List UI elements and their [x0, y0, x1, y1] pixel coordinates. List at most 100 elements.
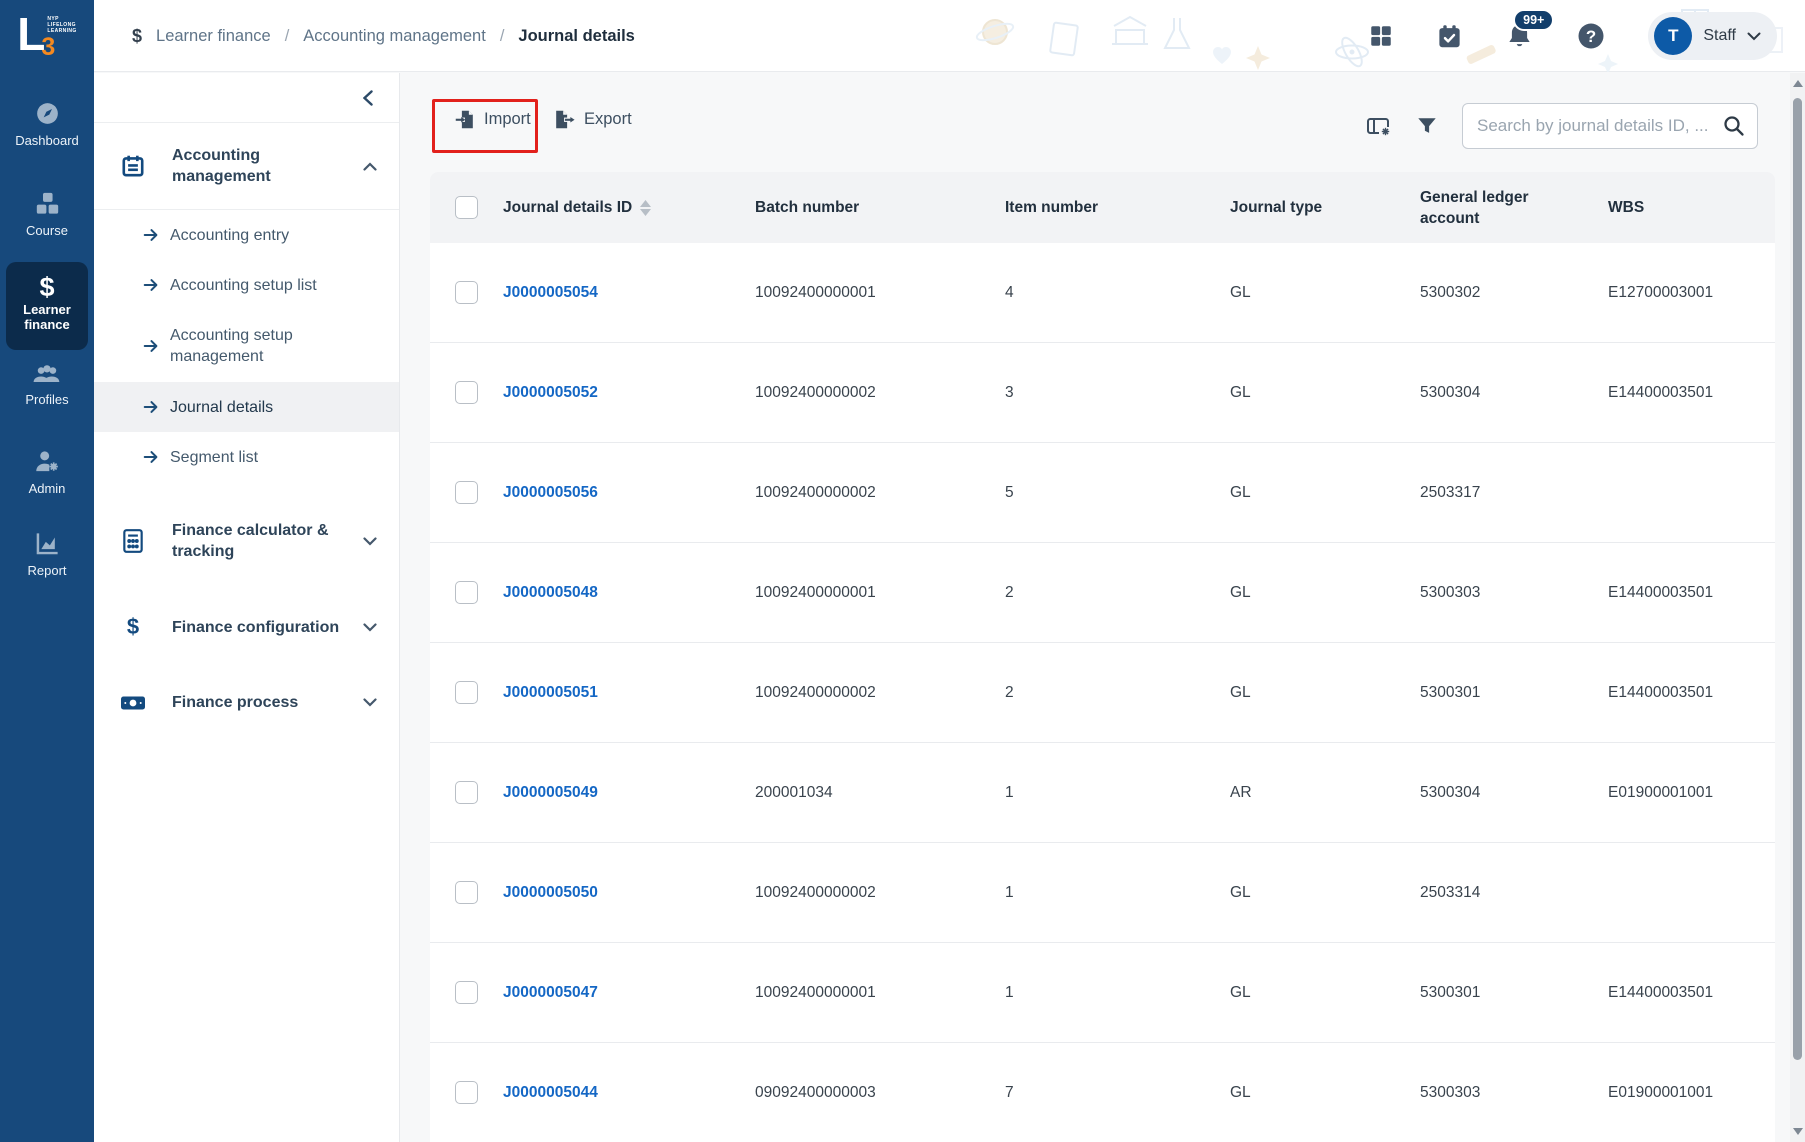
table-row: J0000005056 10092400000002 5 GL 2503317: [430, 443, 1775, 543]
search-input[interactable]: [1462, 103, 1758, 149]
item-number-cell: 1: [1005, 984, 1230, 1002]
rail-label: Learner: [23, 302, 71, 317]
column-settings-icon[interactable]: [1364, 114, 1392, 138]
row-checkbox[interactable]: [455, 781, 478, 804]
breadcrumb-learner-finance[interactable]: Learner finance: [156, 27, 271, 46]
sidebar-item-report[interactable]: Report: [0, 530, 94, 578]
apps-grid-icon[interactable]: [1368, 23, 1394, 49]
journal-id-link[interactable]: J0000005052: [503, 384, 755, 402]
breadcrumb: $ Learner finance / Accounting managemen…: [132, 0, 635, 72]
wbs-cell: E01900001001: [1608, 784, 1775, 802]
notification-badge: 99+: [1513, 9, 1554, 31]
scrollbar-down-arrow[interactable]: [1793, 1128, 1803, 1135]
row-checkbox[interactable]: [455, 981, 478, 1004]
gl-account-cell: 5300304: [1420, 384, 1608, 402]
wbs-cell: E01900001001: [1608, 1084, 1775, 1102]
dollar-icon: $: [120, 614, 146, 640]
nav-item-segment-list[interactable]: Segment list: [94, 432, 399, 482]
calendar-check-icon[interactable]: [1436, 23, 1463, 50]
sidebar-item-profiles[interactable]: Profiles: [0, 362, 94, 407]
search-icon[interactable]: [1722, 114, 1746, 138]
app-logo[interactable]: L NYP LIFELONG LEARNING 3: [0, 10, 94, 72]
arrow-right-icon: [142, 276, 160, 294]
journal-details-table: Journal details ID Batch number Item num…: [430, 172, 1775, 1142]
item-number-cell: 7: [1005, 1084, 1230, 1102]
nav-group-label: Finance process: [172, 692, 342, 713]
user-menu[interactable]: T Staff: [1648, 12, 1777, 60]
nav-item-accounting-setup-management[interactable]: Accounting setup management: [94, 310, 399, 382]
item-number-cell: 3: [1005, 384, 1230, 402]
nav-group-accounting-management[interactable]: Accounting management: [94, 123, 399, 209]
wbs-cell: E12700003001: [1608, 284, 1775, 302]
primary-sidebar: L NYP LIFELONG LEARNING 3 Dashboard Cour…: [0, 0, 94, 1142]
scrollbar-thumb[interactable]: [1793, 98, 1802, 1060]
sidebar-item-learner-finance[interactable]: $ Learner finance: [6, 262, 88, 350]
nav-group-finance-process[interactable]: Finance process: [94, 670, 399, 735]
column-header-batch-number[interactable]: Batch number: [755, 197, 1005, 218]
gl-account-cell: 2503317: [1420, 484, 1608, 502]
journal-id-link[interactable]: J0000005050: [503, 884, 755, 902]
item-number-cell: 2: [1005, 684, 1230, 702]
compass-icon: [34, 100, 61, 127]
nav-item-label: Journal details: [170, 397, 379, 418]
row-checkbox[interactable]: [455, 481, 478, 504]
filter-icon[interactable]: [1416, 115, 1438, 137]
nav-item-journal-details[interactable]: Journal details: [94, 382, 399, 432]
row-checkbox[interactable]: [455, 1081, 478, 1104]
export-button[interactable]: Export: [554, 109, 632, 130]
sort-icon[interactable]: [640, 200, 651, 216]
journal-type-cell: GL: [1230, 384, 1420, 402]
avatar: T: [1654, 17, 1692, 55]
column-header-journal-details-id[interactable]: Journal details ID: [503, 197, 755, 218]
import-button[interactable]: Import: [454, 109, 531, 130]
journal-type-cell: GL: [1230, 484, 1420, 502]
sidebar-item-course[interactable]: Course: [0, 190, 94, 238]
sidebar-item-dashboard[interactable]: Dashboard: [0, 100, 94, 148]
toolbar-right-controls: [1364, 103, 1758, 149]
gl-account-cell: 2503314: [1420, 884, 1608, 902]
item-number-cell: 1: [1005, 784, 1230, 802]
batch-number-cell: 10092400000001: [755, 284, 1005, 302]
nav-item-accounting-entry[interactable]: Accounting entry: [94, 210, 399, 260]
sidebar-item-admin[interactable]: Admin: [0, 448, 94, 496]
rail-label: Admin: [29, 481, 66, 496]
notifications-bell-icon[interactable]: 99+: [1505, 22, 1534, 51]
select-all-checkbox[interactable]: [455, 196, 478, 219]
row-checkbox[interactable]: [455, 681, 478, 704]
journal-id-link[interactable]: J0000005056: [503, 484, 755, 502]
column-header-item-number[interactable]: Item number: [1005, 197, 1230, 218]
journal-id-link[interactable]: J0000005044: [503, 1084, 755, 1102]
dollar-icon: $: [6, 272, 88, 302]
batch-number-cell: 200001034: [755, 784, 1005, 802]
journal-id-link[interactable]: J0000005051: [503, 684, 755, 702]
row-checkbox[interactable]: [455, 581, 478, 604]
arrow-right-icon: [142, 398, 160, 416]
journal-id-link[interactable]: J0000005049: [503, 784, 755, 802]
journal-id-link[interactable]: J0000005054: [503, 284, 755, 302]
breadcrumb-accounting-management[interactable]: Accounting management: [303, 27, 486, 46]
column-header-wbs[interactable]: WBS: [1608, 197, 1775, 218]
page-scrollbar: [1790, 73, 1805, 1142]
top-header: $ Learner finance / Accounting managemen…: [94, 0, 1805, 72]
scrollbar-up-arrow[interactable]: [1793, 80, 1803, 87]
row-checkbox[interactable]: [455, 381, 478, 404]
gl-account-cell: 5300301: [1420, 684, 1608, 702]
nav-item-accounting-setup-list[interactable]: Accounting setup list: [94, 260, 399, 310]
nav-group-label: Finance calculator & tracking: [172, 520, 342, 562]
batch-number-cell: 10092400000001: [755, 584, 1005, 602]
journal-id-link[interactable]: J0000005047: [503, 984, 755, 1002]
column-header-general-ledger-account[interactable]: General ledger account: [1420, 187, 1570, 229]
item-number-cell: 4: [1005, 284, 1230, 302]
table-row: J0000005050 10092400000002 1 GL 2503314: [430, 843, 1775, 943]
item-number-cell: 5: [1005, 484, 1230, 502]
journal-id-link[interactable]: J0000005048: [503, 584, 755, 602]
nav-group-finance-calculator[interactable]: Finance calculator & tracking: [94, 498, 399, 584]
row-checkbox[interactable]: [455, 881, 478, 904]
wbs-cell: E14400003501: [1608, 684, 1775, 702]
help-icon[interactable]: ?: [1576, 21, 1606, 51]
row-checkbox[interactable]: [455, 281, 478, 304]
nav-group-finance-configuration[interactable]: $ Finance configuration: [94, 592, 399, 662]
column-header-journal-type[interactable]: Journal type: [1230, 197, 1420, 218]
import-label: Import: [484, 110, 531, 129]
sidebar-collapse-button[interactable]: [94, 73, 399, 123]
